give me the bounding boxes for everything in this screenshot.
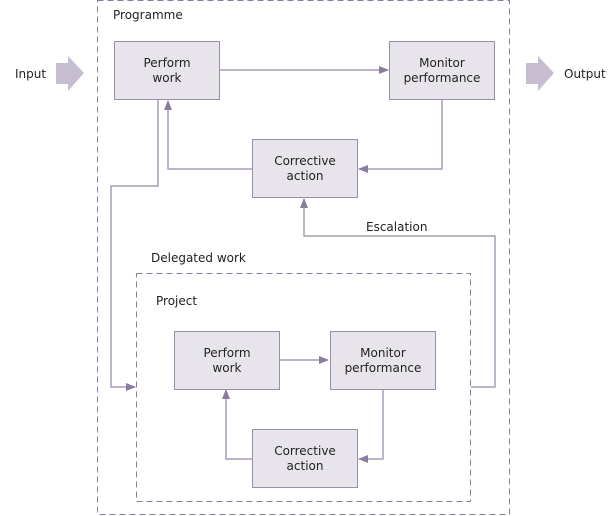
output-arrow-icon bbox=[526, 56, 554, 91]
programme-monitor-performance-box: Monitor performance bbox=[389, 41, 495, 100]
box-text: performance bbox=[403, 70, 481, 85]
escalation-label: Escalation bbox=[366, 220, 428, 234]
input-label: Input bbox=[15, 67, 47, 81]
input-arrow-icon bbox=[56, 56, 84, 91]
output-label: Output bbox=[564, 67, 606, 81]
project-title: Project bbox=[156, 294, 198, 308]
project-corrective-action-box: Corrective action bbox=[252, 429, 358, 488]
programme-corrective-action-box: Corrective action bbox=[252, 139, 358, 198]
box-text: Perform bbox=[143, 55, 191, 70]
connector-delegation bbox=[110, 100, 159, 391]
delegated-work-label: Delegated work bbox=[151, 251, 246, 265]
box-text: performance bbox=[344, 360, 422, 375]
connector-corrective-to-perform bbox=[164, 100, 252, 170]
box-text: work bbox=[152, 70, 182, 85]
box-text: Corrective bbox=[274, 443, 336, 458]
box-text: action bbox=[286, 168, 324, 183]
connector-project-monitor-to-corrective bbox=[358, 390, 384, 463]
box-text: action bbox=[286, 458, 324, 473]
connector-monitor-to-corrective bbox=[358, 100, 443, 173]
project-perform-work-box: Perform work bbox=[174, 331, 280, 390]
box-text: Monitor bbox=[360, 345, 406, 360]
project-monitor-performance-box: Monitor performance bbox=[330, 331, 436, 390]
box-text: Perform bbox=[203, 345, 251, 360]
box-text: Monitor bbox=[419, 55, 465, 70]
programme-perform-work-box: Perform work bbox=[114, 41, 220, 100]
connector-project-corrective-to-perform bbox=[222, 389, 252, 460]
box-text: Corrective bbox=[274, 153, 336, 168]
programme-title: Programme bbox=[113, 8, 183, 22]
box-text: work bbox=[212, 360, 242, 375]
